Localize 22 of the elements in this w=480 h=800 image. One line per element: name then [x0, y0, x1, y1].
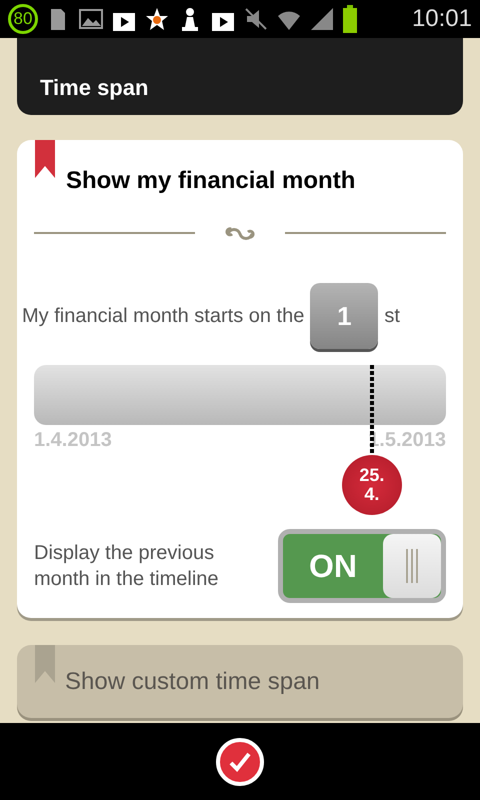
start-date: 1.4.2013 — [34, 429, 112, 452]
start-day-label: My financial month starts on the — [22, 304, 304, 328]
toggle-label: Display the previous month in the timeline — [34, 541, 220, 592]
checkmark-icon — [228, 750, 252, 772]
battery-icon — [342, 5, 358, 33]
confirm-button[interactable] — [216, 738, 264, 786]
custom-span-button[interactable]: Show custom time span — [17, 645, 463, 718]
card-title: Show my financial month — [66, 167, 356, 195]
section-title: Time span — [40, 75, 148, 101]
star-icon — [144, 6, 170, 32]
grip-lines-icon — [405, 549, 419, 583]
battery-percent-badge: 80 — [8, 4, 38, 34]
mute-icon — [243, 6, 269, 32]
day-picker-button[interactable]: 1 — [310, 283, 378, 349]
ordinal-suffix: st — [384, 304, 400, 328]
date-marker[interactable]: 25. 4. — [342, 455, 402, 515]
clock-time: 10:01 — [412, 5, 472, 33]
signal-icon — [309, 6, 335, 32]
on-off-switch[interactable]: ON — [278, 529, 446, 603]
image-icon — [78, 6, 104, 32]
end-date: 1.5.2013 — [368, 429, 446, 452]
ornament-icon — [225, 225, 255, 241]
